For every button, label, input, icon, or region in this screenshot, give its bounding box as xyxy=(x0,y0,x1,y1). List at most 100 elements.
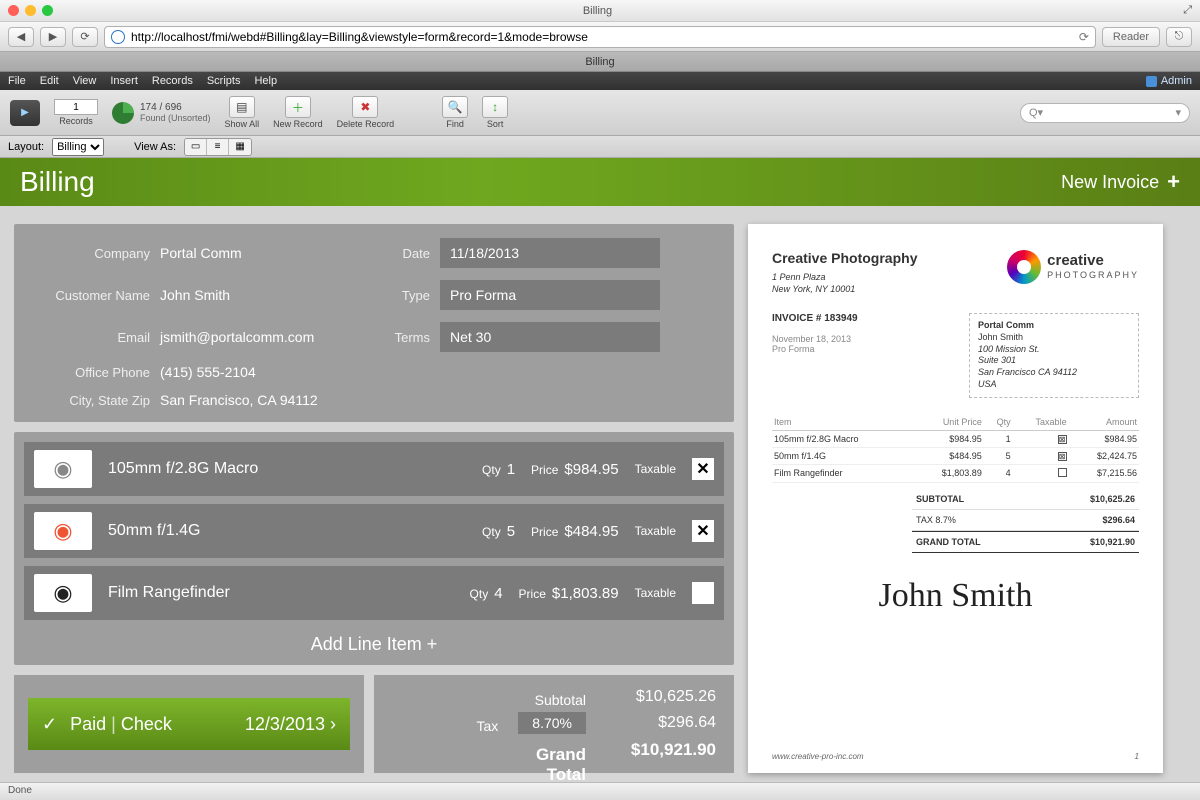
record-number-input[interactable] xyxy=(54,99,98,115)
menu-insert[interactable]: Insert xyxy=(110,75,138,87)
taxable-checkbox[interactable] xyxy=(692,582,714,604)
val-email[interactable]: jsmith@portalcomm.com xyxy=(160,329,360,345)
url-bar[interactable]: ⟳ xyxy=(104,26,1096,48)
grand-value: $10,921.90 xyxy=(606,740,716,760)
forward-button[interactable]: ▶ xyxy=(40,27,66,47)
paid-button[interactable]: ✓ Paid | Check 12/3/2013 › xyxy=(28,698,350,750)
totals-panel: Subtotal$10,625.26 Tax8.70%$296.64 Grand… xyxy=(374,675,734,773)
pv-col-qty: Qty xyxy=(984,414,1013,431)
pv-col-tax: Taxable xyxy=(1013,414,1069,431)
taxable-checkbox[interactable]: ✕ xyxy=(692,520,714,542)
records-label: Records xyxy=(59,116,93,126)
pv-footer-page: 1 xyxy=(1135,752,1139,761)
price-field[interactable]: Price$1,803.89 xyxy=(519,585,619,602)
pv-invoice-date: November 18, 2013 xyxy=(772,334,851,344)
add-line-item-button[interactable]: Add Line Item + xyxy=(24,628,724,655)
menu-scripts[interactable]: Scripts xyxy=(207,75,241,87)
vendor-logo: creativePHOTOGRAPHY xyxy=(1007,250,1139,284)
val-phone[interactable]: (415) 555-2104 xyxy=(160,364,360,380)
menu-view[interactable]: View xyxy=(73,75,97,87)
add-line-label: Add Line Item xyxy=(311,634,422,654)
record-book-icon[interactable] xyxy=(10,100,40,126)
tax-pct-field[interactable]: 8.70% xyxy=(518,712,586,734)
dropdown-icon: ▾ xyxy=(1175,106,1181,119)
search-icon: Q▾ xyxy=(1029,106,1043,119)
view-table-icon[interactable]: ▦ xyxy=(229,139,251,155)
pv-invoice-type: Pro Forma xyxy=(772,344,815,354)
line-item[interactable]: ◉ 50mm f/1.4G Qty5 Price$484.95 Taxable … xyxy=(24,504,724,558)
field-type[interactable]: Pro Forma xyxy=(440,280,660,310)
url-input[interactable] xyxy=(131,30,1073,44)
view-form-icon[interactable]: ▭ xyxy=(185,139,207,155)
new-record-icon: ＋ xyxy=(285,96,311,118)
find-icon: 🔍 xyxy=(442,96,468,118)
workspace: Company Portal Comm Date 11/18/2013 Cust… xyxy=(0,206,1200,783)
sort-button[interactable]: ↕Sort xyxy=(482,96,508,129)
val-company[interactable]: Portal Comm xyxy=(160,245,360,261)
found-label: Found (Unsorted) xyxy=(140,113,211,123)
menu-help[interactable]: Help xyxy=(254,75,277,87)
new-invoice-button[interactable]: New Invoice + xyxy=(1061,169,1180,195)
price-field[interactable]: Price$484.95 xyxy=(531,523,619,540)
new-record-button[interactable]: ＋New Record xyxy=(273,96,323,129)
quick-search[interactable]: Q▾ ▾ xyxy=(1020,103,1190,123)
layout-select[interactable]: Billing xyxy=(52,138,104,156)
price-field[interactable]: Price$984.95 xyxy=(531,461,619,478)
layout-bar: Layout: Billing View As: ▭ ≡ ▦ xyxy=(0,136,1200,158)
line-item[interactable]: ◉ 105mm f/2.8G Macro Qty1 Price$984.95 T… xyxy=(24,442,724,496)
refresh-icon[interactable]: ⟳ xyxy=(1079,30,1089,44)
taxable-label: Taxable xyxy=(635,524,676,538)
status-bar: Done xyxy=(0,782,1200,800)
found-count: 174 / 696 xyxy=(140,102,211,113)
paid-method: Check xyxy=(121,714,172,734)
pv-signature: John Smith xyxy=(772,577,1139,615)
menu-edit[interactable]: Edit xyxy=(40,75,59,87)
aperture-icon xyxy=(1007,250,1041,284)
reader-button[interactable]: Reader xyxy=(1102,27,1160,47)
show-all-icon: ▤ xyxy=(229,96,255,118)
pv-vendor-addr2: New York, NY 10001 xyxy=(772,284,855,294)
record-counter: Records xyxy=(54,99,98,126)
field-date[interactable]: 11/18/2013 xyxy=(440,238,660,268)
sort-icon: ↕ xyxy=(482,96,508,118)
field-terms[interactable]: Net 30 xyxy=(440,322,660,352)
logo-text-top: creative xyxy=(1047,252,1104,269)
traffic-lights[interactable] xyxy=(8,5,53,16)
delete-record-button[interactable]: ✖Delete Record xyxy=(337,96,395,129)
product-name[interactable]: 50mm f/1.4G xyxy=(108,522,466,540)
val-csz[interactable]: San Francisco, CA 94112 xyxy=(160,392,360,408)
menu-file[interactable]: File xyxy=(8,75,26,87)
view-list-icon[interactable]: ≡ xyxy=(207,139,229,155)
product-name[interactable]: 105mm f/2.8G Macro xyxy=(108,460,466,478)
share-button[interactable]: ⎋ xyxy=(1166,27,1192,47)
find-button[interactable]: 🔍Find xyxy=(442,96,468,129)
product-name[interactable]: Film Rangefinder xyxy=(108,584,454,602)
lbl-terms: Terms xyxy=(360,330,440,345)
qty-field[interactable]: Qty4 xyxy=(470,585,503,602)
admin-badge[interactable]: Admin xyxy=(1146,75,1192,87)
reload-button[interactable]: ⟳ xyxy=(72,27,98,47)
document-tab[interactable]: Billing xyxy=(0,52,1200,72)
qty-field[interactable]: Qty5 xyxy=(482,523,515,540)
pv-tax-label: TAX 8.7% xyxy=(916,515,956,525)
menu-records[interactable]: Records xyxy=(152,75,193,87)
taxable-checkbox[interactable]: ✕ xyxy=(692,458,714,480)
qty-field[interactable]: Qty1 xyxy=(482,461,515,478)
show-all-button[interactable]: ▤Show All xyxy=(225,96,260,129)
zoom-icon[interactable] xyxy=(42,5,53,16)
close-icon[interactable] xyxy=(8,5,19,16)
val-name[interactable]: John Smith xyxy=(160,287,360,303)
pv-billto: Portal Comm John Smith 100 Mission St. S… xyxy=(969,313,1139,397)
back-button[interactable]: ◀ xyxy=(8,27,34,47)
found-set: 174 / 696 Found (Unsorted) xyxy=(112,102,211,124)
line-item[interactable]: ◉ Film Rangefinder Qty4 Price$1,803.89 T… xyxy=(24,566,724,620)
lbl-phone: Office Phone xyxy=(30,365,160,380)
pv-row: 50mm f/1.4G$484.955⊠$2,424.75 xyxy=(772,447,1139,464)
mac-titlebar: Billing ⤢ xyxy=(0,0,1200,22)
view-as-toggle[interactable]: ▭ ≡ ▦ xyxy=(184,138,252,156)
taxable-label: Taxable xyxy=(635,586,676,600)
paid-status: Paid xyxy=(70,714,106,734)
pv-subtotal-label: SUBTOTAL xyxy=(916,494,964,504)
resize-icon[interactable]: ⤢ xyxy=(1142,4,1192,17)
minimize-icon[interactable] xyxy=(25,5,36,16)
